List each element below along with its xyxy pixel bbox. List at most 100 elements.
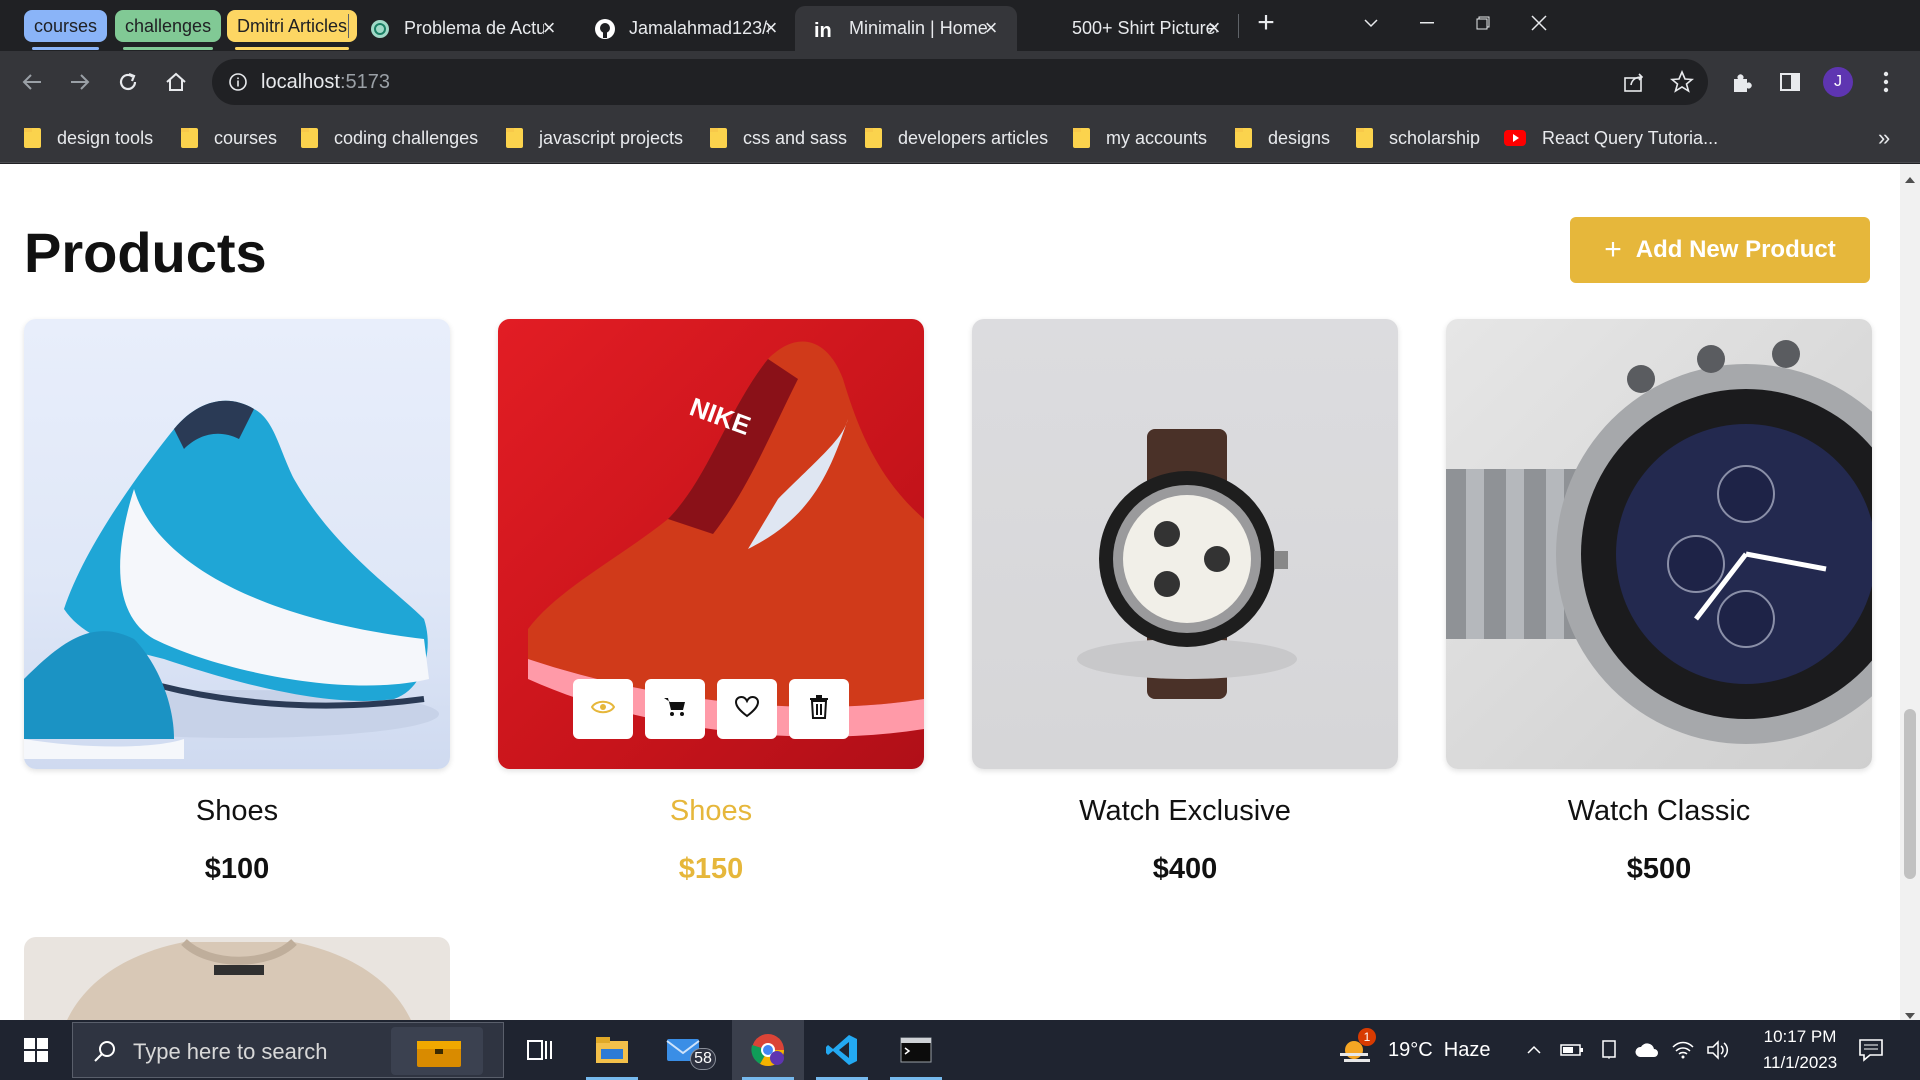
onedrive-cloud-icon[interactable] — [1634, 1020, 1660, 1080]
taskbar-search-box[interactable]: Type here to search — [72, 1022, 504, 1078]
bookmark-react-query[interactable]: React Query Tutoria... — [1504, 123, 1718, 153]
product-card[interactable]: NIKE Shoes $150 — [498, 319, 924, 886]
linkedin-icon: in — [813, 17, 837, 41]
scroll-up-arrow-icon[interactable] — [1905, 170, 1915, 188]
forward-button[interactable] — [62, 64, 98, 100]
file-explorer-button[interactable] — [576, 1020, 648, 1080]
home-button[interactable] — [158, 64, 194, 100]
search-icon — [93, 1039, 117, 1068]
bookmark-design-tools[interactable]: design tools — [24, 123, 153, 153]
product-name[interactable]: Watch Exclusive — [972, 795, 1398, 831]
folder-icon — [181, 128, 198, 148]
product-card[interactable]: Watch Exclusive $400 — [972, 319, 1398, 886]
close-icon[interactable]: × — [759, 16, 783, 40]
tab-group-label: Dmitri Articles — [237, 16, 348, 36]
cart-icon — [663, 696, 687, 723]
product-image-shirt[interactable] — [24, 937, 450, 1020]
side-panel-icon[interactable] — [1772, 64, 1808, 100]
tab-group-challenges[interactable]: challenges — [115, 10, 222, 50]
notification-center-icon[interactable] — [1858, 1020, 1884, 1080]
add-to-cart-button[interactable] — [645, 679, 705, 739]
favorite-button[interactable] — [717, 679, 777, 739]
terminal-app-button[interactable] — [880, 1020, 952, 1080]
url-host: localhost — [261, 71, 340, 93]
tab-group-courses[interactable]: courses — [24, 10, 108, 50]
delete-product-button[interactable] — [789, 679, 849, 739]
vscode-app-button[interactable] — [806, 1020, 878, 1080]
search-highlight-icon[interactable] — [391, 1027, 483, 1075]
svg-text:in: in — [814, 20, 832, 41]
bookmark-courses[interactable]: courses — [181, 123, 277, 153]
extensions-icon[interactable] — [1724, 64, 1760, 100]
new-tab-button[interactable]: + — [1250, 8, 1282, 40]
bookmark-developers-articles[interactable]: developers articles — [865, 123, 1048, 153]
bookmark-label: javascript projects — [539, 127, 684, 148]
mail-app-button[interactable]: 58 — [648, 1020, 720, 1080]
site-info-icon[interactable] — [228, 72, 248, 97]
wifi-icon[interactable] — [1672, 1020, 1694, 1080]
tab-title: Problema de Actualiz — [404, 18, 544, 38]
taskbar-clock[interactable]: 10:17 PM 11/1/2023 — [1740, 1020, 1860, 1080]
bookmarks-bar: design tools courses coding challenges j… — [0, 113, 1920, 163]
tab-github[interactable]: Jamalahmad123/rand × — [575, 6, 797, 51]
add-button-label: Add New Product — [1635, 236, 1836, 263]
tab-title: Minimalin | Home — [849, 18, 988, 38]
bookmark-label: React Query Tutoria... — [1542, 127, 1719, 148]
weather-widget[interactable]: 1 19°C Haze — [1338, 1020, 1491, 1080]
bookmark-label: css and sass — [743, 127, 848, 148]
close-icon[interactable]: × — [979, 16, 1003, 40]
page-scrollbar[interactable] — [1900, 164, 1920, 1020]
device-icon[interactable] — [1600, 1020, 1618, 1080]
profile-avatar[interactable]: J — [1820, 64, 1856, 100]
close-icon[interactable]: × — [1202, 16, 1226, 40]
url-text: localhost:5173 — [261, 71, 390, 94]
youtube-icon — [1504, 130, 1526, 146]
tab-shirt-pictures[interactable]: 500+ Shirt Pictures | D × — [1018, 6, 1240, 51]
windows-taskbar: Type here to search 58 1 19°C Haze 10:17… — [0, 1020, 1920, 1080]
product-card[interactable]: Shoes $100 — [24, 319, 450, 886]
product-image-fossil-watch[interactable] — [972, 319, 1398, 769]
back-button[interactable] — [14, 64, 50, 100]
tab-title: Jamalahmad123/rand — [629, 18, 769, 38]
bookmark-star-icon[interactable] — [1669, 69, 1695, 99]
folder-icon — [24, 128, 41, 148]
bookmark-scholarship[interactable]: scholarship — [1356, 123, 1480, 153]
bookmark-css-and-sass[interactable]: css and sass — [710, 123, 847, 153]
product-image-blue-shoes[interactable] — [24, 319, 450, 769]
scrollbar-thumb[interactable] — [1904, 709, 1916, 879]
task-view-button[interactable] — [504, 1020, 576, 1080]
address-bar[interactable]: localhost:5173 — [212, 59, 1708, 105]
more-bookmarks-chevron-icon[interactable]: » — [1878, 125, 1890, 151]
show-hidden-icons-chevron-icon[interactable] — [1526, 1020, 1542, 1080]
bookmark-designs[interactable]: designs — [1235, 123, 1330, 153]
chrome-app-button[interactable] — [732, 1020, 804, 1080]
window-close-button[interactable] — [1504, 0, 1574, 46]
product-image-red-shoe[interactable]: NIKE — [498, 319, 924, 769]
product-name[interactable]: Watch Classic — [1446, 795, 1872, 831]
product-image-omega-watch[interactable] — [1446, 319, 1872, 769]
reload-button[interactable] — [110, 64, 146, 100]
bookmark-javascript-projects[interactable]: javascript projects — [506, 123, 683, 153]
tab-minimalin-home[interactable]: in Minimalin | Home × — [795, 6, 1017, 51]
close-icon[interactable]: × — [537, 16, 561, 40]
tab-group-dmitri-articles[interactable]: Dmitri Articles — [227, 10, 358, 50]
tab-chatgpt[interactable]: Problema de Actualiz × — [350, 6, 575, 51]
windows-start-button[interactable] — [0, 1020, 72, 1080]
bookmark-coding-challenges[interactable]: coding challenges — [301, 123, 478, 153]
bookmark-my-accounts[interactable]: my accounts — [1073, 123, 1207, 153]
folder-icon — [301, 128, 318, 148]
volume-icon[interactable] — [1706, 1020, 1730, 1080]
menu-icon[interactable] — [1868, 64, 1904, 100]
add-new-product-button[interactable]: + Add New Product — [1570, 217, 1870, 283]
avatar-initial: J — [1823, 67, 1853, 97]
battery-icon[interactable] — [1560, 1020, 1584, 1080]
product-price: $150 — [678, 853, 744, 885]
product-name[interactable]: Shoes — [24, 795, 450, 831]
folder-icon — [1235, 128, 1252, 148]
product-name[interactable]: Shoes — [498, 795, 924, 831]
share-icon[interactable] — [1622, 70, 1646, 99]
product-card[interactable]: Watch Classic $500 — [1446, 319, 1872, 886]
view-product-button[interactable] — [573, 679, 633, 739]
bookmark-label: coding challenges — [334, 127, 479, 148]
image-icon — [1036, 17, 1060, 41]
